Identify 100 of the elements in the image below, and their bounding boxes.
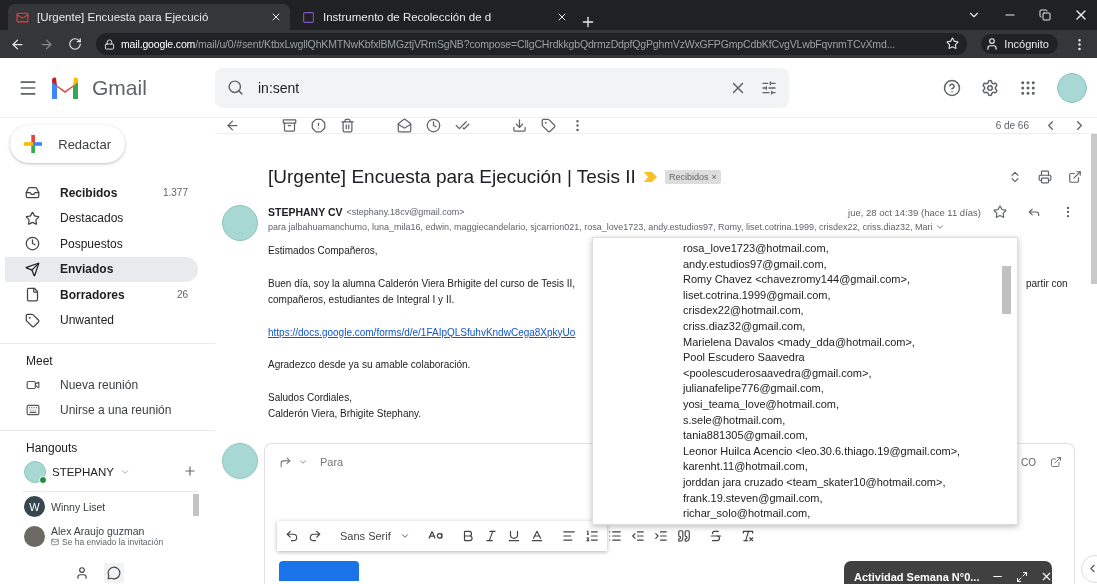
caret-icon bbox=[298, 457, 308, 467]
lock-icon bbox=[104, 38, 115, 50]
recipient-address: Leonor Huilca Acencio <leo.30.6.thiago.19@gmail.com>, bbox=[683, 443, 962, 459]
compose-button[interactable]: Redactar bbox=[10, 125, 125, 163]
product-name: Gmail bbox=[92, 75, 147, 100]
expand-icon[interactable] bbox=[1016, 570, 1029, 583]
minimized-draft[interactable]: Actividad Semana N°0... bbox=[844, 560, 1052, 584]
recipient-address: yosi_teama_love@hotmail.com, bbox=[683, 396, 841, 412]
label-icon bbox=[25, 312, 40, 328]
folder-item[interactable]: Recibidos 1.377 bbox=[5, 180, 198, 206]
recipient-address: frank.19.steven@gmail.com, bbox=[683, 490, 824, 506]
redo-icon[interactable] bbox=[308, 528, 322, 543]
print-icon[interactable] bbox=[1038, 169, 1052, 184]
star-icon[interactable] bbox=[993, 205, 1007, 219]
back-icon[interactable] bbox=[10, 36, 25, 52]
recipient-address: karenht.11@hotmail.com, bbox=[683, 459, 809, 475]
page-counter: 6 de 66 bbox=[995, 120, 1029, 131]
label-icon[interactable] bbox=[541, 118, 556, 133]
incognito-icon bbox=[985, 37, 1000, 51]
meet-item[interactable]: Unirse a una reunión bbox=[0, 397, 215, 422]
cc-link[interactable]: CO bbox=[1021, 456, 1036, 468]
strikethrough-icon[interactable] bbox=[708, 528, 723, 543]
close-icon[interactable] bbox=[270, 11, 282, 23]
meet-item[interactable]: Nueva reunión bbox=[0, 372, 215, 397]
quote-icon[interactable] bbox=[676, 528, 691, 543]
sender-name: STEPHANY CV bbox=[268, 206, 343, 218]
folder-item[interactable]: Enviados bbox=[5, 256, 198, 282]
recipient-address: Romy Chavez <chavezromy144@gmail.com>, bbox=[683, 272, 911, 288]
inbox-icon bbox=[25, 185, 40, 201]
mail-icon bbox=[16, 10, 29, 24]
italic-icon[interactable] bbox=[483, 528, 498, 543]
sender-email: <stephany.18cv@gmail.com> bbox=[346, 207, 465, 217]
caret-icon bbox=[120, 467, 130, 477]
clear-formatting-icon[interactable] bbox=[740, 528, 755, 543]
indent-icon[interactable] bbox=[653, 528, 668, 543]
recipient-address: richar_solo@hotmail.com, bbox=[683, 506, 812, 522]
text-color-icon[interactable] bbox=[529, 528, 544, 543]
reload-icon[interactable] bbox=[68, 37, 82, 51]
contact-item[interactable]: W Winny Liset bbox=[0, 492, 215, 521]
contact-item[interactable]: Alex Araujo guzman Se ha enviado la invitación bbox=[0, 521, 215, 551]
expand-icon[interactable] bbox=[1008, 169, 1022, 184]
underline-icon[interactable] bbox=[506, 528, 521, 543]
recipient-address: liset.cotrina.1999@gmail.com, bbox=[683, 287, 832, 303]
folder-item[interactable]: Borradores 26 bbox=[5, 282, 198, 308]
font-selector[interactable]: Sans Serif bbox=[340, 529, 391, 542]
align-icon[interactable] bbox=[561, 528, 576, 543]
hangouts-user[interactable]: STEPHANY bbox=[0, 459, 215, 487]
trash-icon[interactable] bbox=[340, 118, 355, 133]
back-icon[interactable] bbox=[225, 118, 240, 133]
settings-icon[interactable] bbox=[981, 78, 999, 97]
report-icon[interactable] bbox=[311, 118, 326, 133]
section-heading: Meet bbox=[25, 353, 54, 370]
bookmark-star-icon[interactable] bbox=[946, 36, 960, 50]
restore-icon[interactable] bbox=[1039, 9, 1051, 21]
avatar bbox=[222, 205, 258, 241]
chat-icon[interactable] bbox=[106, 566, 121, 580]
folder-item[interactable]: Pospuestos bbox=[5, 231, 198, 257]
popout-icon[interactable] bbox=[1068, 169, 1082, 184]
gmail-logo[interactable] bbox=[50, 76, 80, 99]
outdent-icon[interactable] bbox=[630, 528, 645, 543]
incognito-badge[interactable]: Incógnito bbox=[981, 34, 1058, 54]
body-text: Estimados Compañeros, bbox=[268, 244, 378, 258]
recipient-address: crisdex22@hotmail.com, bbox=[683, 303, 805, 319]
importance-marker-icon[interactable] bbox=[643, 171, 657, 182]
send-button[interactable] bbox=[279, 560, 359, 581]
folder-item[interactable]: Unwanted bbox=[5, 307, 198, 333]
search-field[interactable]: in:sent bbox=[215, 67, 789, 108]
body-text: Buen día, soy la alumna Calderón Viera Brhigite del curso de Tesis II, bbox=[268, 276, 576, 291]
archive-icon[interactable] bbox=[282, 118, 297, 133]
recipient-address: julianafelipe776@gmail.com, bbox=[683, 381, 825, 397]
folder-item[interactable]: Destacados bbox=[5, 205, 198, 231]
address-bar[interactable]: mail.google.com/mail/u/0/#sent/KtbxLwgllQhKMTNwKbfxlBMGztjVRmSgNB?compose=CllgCHrdkkgbQdrmzDdpfQgPghmVzWxGFPGmpCdbKfCvgVLwbFqvnmTCvXmd... bbox=[96, 33, 968, 55]
new-tab-icon[interactable] bbox=[580, 14, 596, 30]
numbered-list-icon[interactable] bbox=[584, 528, 599, 543]
browser-tab[interactable]: [Urgente] Encuesta para Ejecució bbox=[8, 4, 290, 30]
popout-icon[interactable] bbox=[1050, 456, 1062, 468]
forward-arrow-icon bbox=[279, 455, 292, 469]
forward-icon[interactable] bbox=[39, 36, 54, 52]
help-icon[interactable] bbox=[943, 78, 961, 97]
label-chip[interactable]: Recibidos × bbox=[664, 169, 721, 184]
move-icon[interactable] bbox=[512, 118, 527, 133]
envelope-icon bbox=[51, 538, 59, 546]
close-icon[interactable] bbox=[556, 11, 568, 23]
contacts-icon[interactable] bbox=[74, 566, 89, 580]
bulleted-list-icon[interactable] bbox=[607, 528, 622, 543]
reply-icon[interactable] bbox=[1027, 205, 1041, 219]
recipient-address: andy.estudios97@gmail.com, bbox=[683, 256, 828, 272]
recipients-line[interactable]: para jalbahuamanchumo, luna_mila16, edwin, maggiecandelario, sjcarrion021, rosa_love1723, andy.estudios97, Romy, liset.cotrina.1999, crisdex22, criss.diaz32, Mari bbox=[268, 222, 933, 232]
mail-open-icon[interactable] bbox=[397, 118, 412, 133]
keyboard-icon bbox=[26, 402, 40, 417]
filter-icon[interactable] bbox=[761, 79, 777, 96]
message-date: jue, 28 oct 14:39 (hace 11 días) bbox=[848, 206, 981, 218]
form-link[interactable]: https://docs.google.com/forms/d/e/1FAIpQLSfuhvKndwCega8XpkyUo bbox=[268, 324, 576, 341]
to-field[interactable]: Para bbox=[320, 456, 344, 468]
apps-icon[interactable] bbox=[1019, 78, 1037, 97]
scrollbar-thumb[interactable] bbox=[1001, 266, 1011, 314]
recipient-address: s.sele@hotmail.com, bbox=[683, 412, 787, 428]
add-icon[interactable] bbox=[183, 464, 197, 478]
clock-icon[interactable] bbox=[426, 118, 441, 133]
undo-icon[interactable] bbox=[285, 528, 299, 543]
